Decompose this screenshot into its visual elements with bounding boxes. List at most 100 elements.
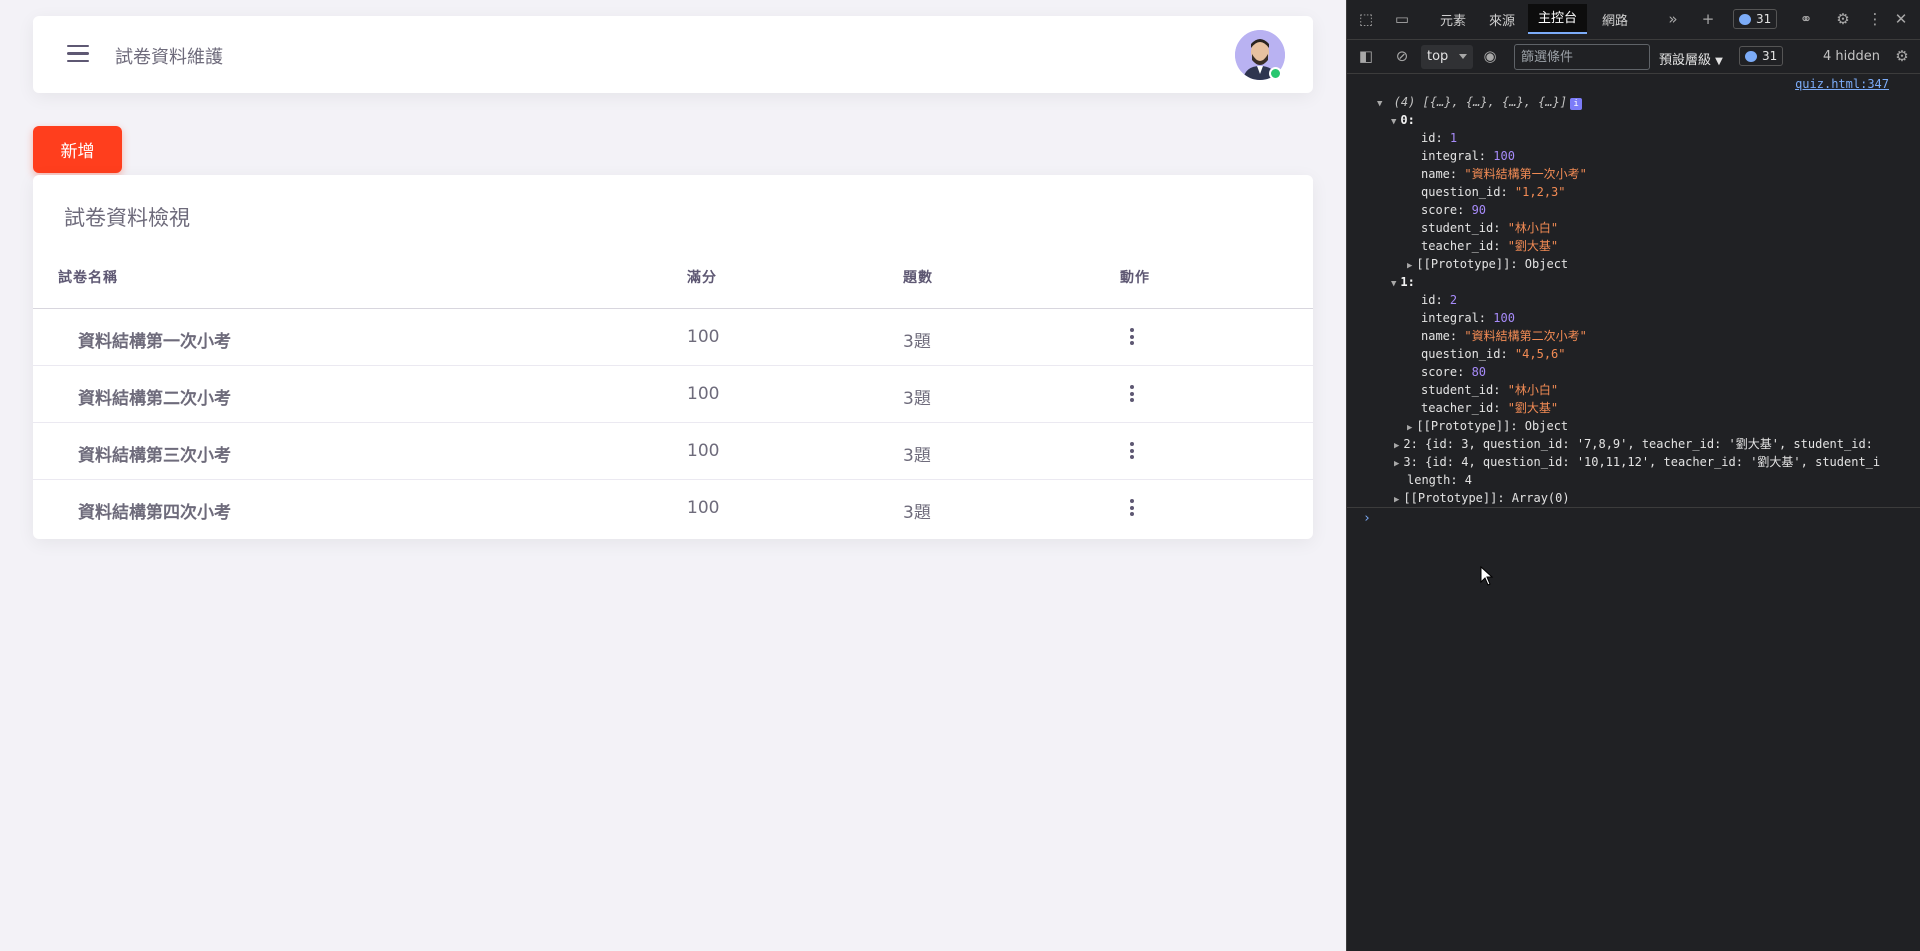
issues-badge[interactable]: 31 <box>1733 9 1778 29</box>
array-item-2[interactable]: 2: {id: 3, question_id: '7,8,9', teacher… <box>1394 436 1873 454</box>
inspect-element-icon[interactable]: ⬚ <box>1357 10 1375 28</box>
levels-issues-badge[interactable]: 31 <box>1739 46 1784 66</box>
prop-line: teacher_id: "劉大基" <box>1421 401 1559 415</box>
length-line: length: 4 <box>1407 472 1472 488</box>
prototype-row[interactable]: [[Prototype]]: Object <box>1407 418 1568 436</box>
more-vertical-icon[interactable] <box>1127 442 1137 462</box>
array-item-1[interactable]: 1: <box>1391 274 1415 292</box>
prop-line: student_id: "林小白" <box>1421 383 1559 397</box>
console-prompt-icon[interactable]: › <box>1363 511 1371 526</box>
log-levels-dropdown[interactable]: 預設層級 ▼ <box>1659 49 1723 68</box>
exam-name: 資料結構第四次小考 <box>78 503 231 523</box>
app-area: 試卷資料維護 新增 試卷資料檢視 試卷名稱 滿分 題數 動作 資料結構第一次小考 <box>0 0 1346 951</box>
prop-value: 100 <box>1493 311 1515 325</box>
column-header-count: 題數 <box>903 270 933 286</box>
devtools-panel: ⬚ ▭ 元素 來源 主控台 網路 » + 31 ⚭ ⚙ ⋮ ✕ ◧ ⊘ top … <box>1346 0 1920 951</box>
prop-value: "資料結構第二次小考" <box>1464 329 1587 343</box>
more-vertical-icon[interactable] <box>1127 385 1137 405</box>
prop-line: name: "資料結構第二次小考" <box>1421 329 1587 343</box>
context-select[interactable]: top <box>1421 45 1473 69</box>
console-filter-input[interactable] <box>1514 44 1650 70</box>
prototype-text: [[Prototype]]: Object <box>1416 257 1569 271</box>
question-count: 3題 <box>903 389 931 409</box>
more-vertical-icon[interactable]: ⋮ <box>1866 10 1884 28</box>
close-icon[interactable]: ✕ <box>1892 10 1910 28</box>
array-item-0[interactable]: 0: <box>1391 112 1415 130</box>
message-icon <box>1739 14 1751 25</box>
item-preview: 2: {id: 3, question_id: '7,8,9', teacher… <box>1403 437 1873 451</box>
prop-line: integral: 100 <box>1421 311 1515 325</box>
source-link[interactable]: quiz.html:347 <box>1795 77 1889 91</box>
question-count: 3題 <box>903 503 931 523</box>
prop-line: id: 1 <box>1421 131 1458 145</box>
device-toolbar-icon[interactable]: ▭ <box>1393 10 1411 28</box>
array-summary[interactable]: (4) [{…}, {…}, {…}, {…}]i <box>1377 94 1583 112</box>
prototype-text: [[Prototype]]: Object <box>1416 419 1569 433</box>
column-header-name: 試卷名稱 <box>58 270 118 286</box>
item-preview: 3: {id: 4, question_id: '10,11,12', teac… <box>1403 455 1881 469</box>
console-settings-gear-icon[interactable]: ⚙ <box>1893 47 1911 65</box>
tab-elements[interactable]: 元素 <box>1440 10 1466 29</box>
online-status-dot <box>1269 67 1282 80</box>
array-item-3[interactable]: 3: {id: 4, question_id: '10,11,12', teac… <box>1394 454 1880 472</box>
full-score: 100 <box>687 441 720 461</box>
add-button[interactable]: 新增 <box>33 126 122 173</box>
levels-issues-count: 31 <box>1762 49 1778 63</box>
column-header-full-score: 滿分 <box>687 270 717 286</box>
tab-sources[interactable]: 來源 <box>1489 10 1515 29</box>
console-toolbar: ◧ ⊘ top ◉ 預設層級 ▼ 31 4 hidden ⚙ <box>1347 40 1920 74</box>
prop-value: "林小白" <box>1507 221 1559 235</box>
exam-list-card: 試卷資料檢視 試卷名稱 滿分 題數 動作 資料結構第一次小考 100 3題 資料… <box>33 175 1313 539</box>
live-expression-eye-icon[interactable]: ◉ <box>1481 47 1499 65</box>
item-index: 0: <box>1400 113 1415 127</box>
hidden-messages-count: 4 hidden <box>1823 49 1880 64</box>
prop-value: "劉大基" <box>1507 401 1559 415</box>
prop-line: score: 80 <box>1421 365 1487 379</box>
prop-line: student_id: "林小白" <box>1421 221 1559 235</box>
more-tabs-icon[interactable]: » <box>1664 10 1682 28</box>
more-vertical-icon[interactable] <box>1127 499 1137 519</box>
prop-value: "林小白" <box>1507 383 1559 397</box>
sidebar-toggle-icon[interactable]: ◧ <box>1357 47 1375 65</box>
prop-line: teacher_id: "劉大基" <box>1421 239 1559 253</box>
table-row: 資料結構第四次小考 100 3題 <box>33 480 1313 537</box>
length-text: length: 4 <box>1407 473 1473 487</box>
full-score: 100 <box>687 327 720 347</box>
tab-network[interactable]: 網路 <box>1602 10 1628 29</box>
settings-gear-icon[interactable]: ⚙ <box>1834 10 1852 28</box>
prototype-row[interactable]: [[Prototype]]: Object <box>1407 256 1568 274</box>
prop-value: 80 <box>1471 365 1487 379</box>
tab-console[interactable]: 主控台 <box>1528 4 1588 34</box>
item-index: 1: <box>1400 275 1415 289</box>
chevron-down-icon: ▼ <box>1715 56 1723 67</box>
prototype-text: [[Prototype]]: Array(0) <box>1403 491 1570 505</box>
exam-name: 資料結構第一次小考 <box>78 332 231 352</box>
table-row: 資料結構第三次小考 100 3題 <box>33 423 1313 480</box>
table-row: 資料結構第二次小考 100 3題 <box>33 366 1313 423</box>
nav-title: 試卷資料維護 <box>115 47 223 68</box>
prop-line: integral: 100 <box>1421 149 1515 163</box>
array-prototype-row[interactable]: [[Prototype]]: Array(0) <box>1394 490 1570 508</box>
table-header: 試卷名稱 滿分 題數 動作 <box>33 267 1313 309</box>
array-summary-text: (4) [{…}, {…}, {…}, {…}] <box>1393 95 1568 109</box>
connection-icon[interactable]: ⚭ <box>1797 10 1815 28</box>
exam-name: 資料結構第三次小考 <box>78 446 231 466</box>
issues-count: 31 <box>1756 12 1772 26</box>
prop-line: question_id: "1,2,3" <box>1421 185 1566 199</box>
menu-icon[interactable] <box>67 45 89 63</box>
message-icon <box>1745 51 1757 62</box>
log-levels-label: 預設層級 <box>1659 53 1712 68</box>
table-row: 資料結構第一次小考 100 3題 <box>33 309 1313 366</box>
prop-value: "4,5,6" <box>1514 347 1566 361</box>
full-score: 100 <box>687 498 720 518</box>
prop-line: score: 90 <box>1421 203 1487 217</box>
clear-console-icon[interactable]: ⊘ <box>1393 47 1411 65</box>
prop-line: question_id: "4,5,6" <box>1421 347 1566 361</box>
add-tab-icon[interactable]: + <box>1699 10 1717 28</box>
prop-line: id: 2 <box>1421 293 1458 307</box>
prop-value: 90 <box>1471 203 1487 217</box>
question-count: 3題 <box>903 332 931 352</box>
more-vertical-icon[interactable] <box>1127 328 1137 348</box>
prop-value: "1,2,3" <box>1514 185 1566 199</box>
prop-value: "劉大基" <box>1507 239 1559 253</box>
